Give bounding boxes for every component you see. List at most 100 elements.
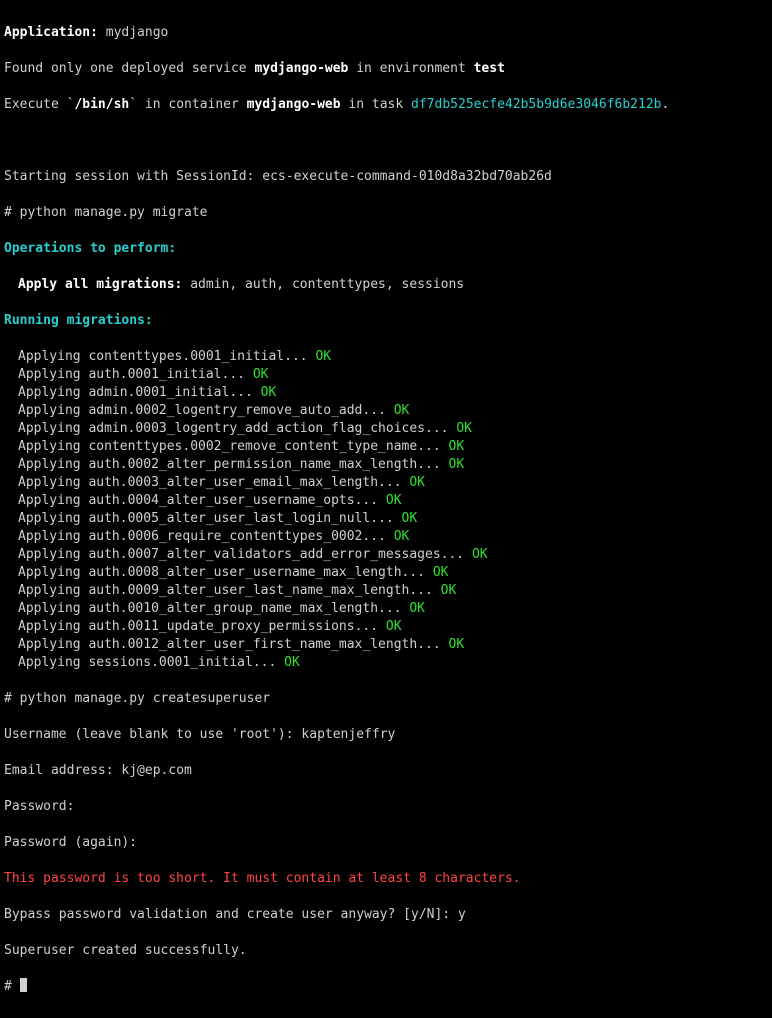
ellipsis: ...: [253, 655, 284, 670]
bypass-prompt: Bypass password validation and create us…: [4, 907, 458, 922]
password-error: This password is too short. It must cont…: [4, 870, 768, 888]
migration-name: auth.0009_alter_user_last_name_max_lengt…: [88, 583, 409, 598]
task-id: df7db525ecfe42b5b9d6e3046f6b212b: [411, 97, 661, 112]
shell-path: /bin/sh: [74, 97, 129, 112]
username-prompt: Username (leave blank to use 'root'):: [4, 727, 301, 742]
migration-name: contenttypes.0001_initial: [88, 349, 284, 364]
ok-status: OK: [386, 493, 402, 508]
migration-name: admin.0003_logentry_add_action_flag_choi…: [88, 421, 425, 436]
ellipsis: ...: [362, 403, 393, 418]
ok-status: OK: [409, 475, 425, 490]
bypass-line: Bypass password validation and create us…: [4, 906, 768, 924]
apply-all-label: Apply all migrations:: [4, 276, 182, 294]
migration-line: Applying auth.0003_alter_user_email_max_…: [4, 474, 768, 492]
ok-status: OK: [386, 619, 402, 634]
ellipsis: ...: [378, 601, 409, 616]
email-value: kj@ep.com: [121, 763, 191, 778]
migration-name: auth.0007_alter_validators_add_error_mes…: [88, 547, 440, 562]
cursor-icon: [20, 978, 27, 992]
migration-line: Applying admin.0003_logentry_add_action_…: [4, 420, 768, 438]
ellipsis: ...: [425, 421, 456, 436]
applying-label: Applying: [4, 474, 88, 492]
migration-name: auth.0004_alter_user_username_opts: [88, 493, 354, 508]
ok-status: OK: [253, 367, 269, 382]
migration-line: Applying auth.0004_alter_user_username_o…: [4, 492, 768, 510]
migration-name: auth.0006_require_contenttypes_0002: [88, 529, 362, 544]
terminal[interactable]: Application: mydjango Found only one dep…: [0, 0, 772, 1018]
applying-label: Applying: [4, 528, 88, 546]
ok-status: OK: [449, 637, 465, 652]
email-prompt: Email address:: [4, 763, 121, 778]
app-name: mydjango: [106, 25, 169, 40]
ellipsis: ...: [362, 529, 393, 544]
migration-line: Applying auth.0005_alter_user_last_login…: [4, 510, 768, 528]
ops-header: Operations to perform:: [4, 240, 768, 258]
migration-line: Applying auth.0007_alter_validators_add_…: [4, 546, 768, 564]
migration-name: auth.0011_update_proxy_permissions: [88, 619, 354, 634]
ellipsis: ...: [409, 583, 440, 598]
apply-all-list: admin, auth, contenttypes, sessions: [182, 277, 464, 292]
ellipsis: ...: [441, 547, 472, 562]
ok-status: OK: [472, 547, 488, 562]
ok-status: OK: [402, 511, 418, 526]
applying-label: Applying: [4, 510, 88, 528]
ok-status: OK: [449, 457, 465, 472]
migration-line: Applying auth.0002_alter_permission_name…: [4, 456, 768, 474]
applying-label: Applying: [4, 348, 88, 366]
applying-label: Applying: [4, 618, 88, 636]
migration-line: Applying contenttypes.0001_initial... OK: [4, 348, 768, 366]
applying-label: Applying: [4, 546, 88, 564]
ok-status: OK: [456, 421, 472, 436]
applying-label: Applying: [4, 582, 88, 600]
migration-line: Applying sessions.0001_initial... OK: [4, 654, 768, 672]
applying-label: Applying: [4, 600, 88, 618]
ellipsis: ...: [355, 493, 386, 508]
ellipsis: ...: [417, 637, 448, 652]
ok-status: OK: [284, 655, 300, 670]
migration-line: Applying admin.0001_initial... OK: [4, 384, 768, 402]
applying-label: Applying: [4, 636, 88, 654]
migration-name: auth.0010_alter_group_name_max_length: [88, 601, 378, 616]
ok-status: OK: [394, 529, 410, 544]
migration-line: Applying auth.0008_alter_user_username_m…: [4, 564, 768, 582]
service-name: mydjango-web: [254, 61, 348, 76]
migration-name: auth.0005_alter_user_last_login_null: [88, 511, 370, 526]
env-name: test: [474, 61, 505, 76]
applying-label: Applying: [4, 438, 88, 456]
applying-label: Applying: [4, 654, 88, 672]
ellipsis: ...: [378, 475, 409, 490]
migration-name: auth.0012_alter_user_first_name_max_leng…: [88, 637, 417, 652]
migrations-list: Applying contenttypes.0001_initial... OK…: [4, 348, 768, 672]
ellipsis: ...: [284, 349, 315, 364]
app-label: Application:: [4, 25, 98, 40]
blank-line: [4, 132, 768, 150]
migration-line: Applying auth.0001_initial... OK: [4, 366, 768, 384]
migration-line: Applying admin.0002_logentry_remove_auto…: [4, 402, 768, 420]
applying-label: Applying: [4, 366, 88, 384]
applying-label: Applying: [4, 402, 88, 420]
migration-name: admin.0001_initial: [88, 385, 229, 400]
container-name: mydjango-web: [247, 97, 341, 112]
ok-status: OK: [315, 349, 331, 364]
running-header: Running migrations:: [4, 312, 768, 330]
migration-name: auth.0003_alter_user_email_max_length: [88, 475, 378, 490]
username-line: Username (leave blank to use 'root'): ka…: [4, 726, 768, 744]
migration-name: auth.0001_initial: [88, 367, 221, 382]
applying-label: Applying: [4, 456, 88, 474]
applying-label: Applying: [4, 492, 88, 510]
migration-line: Applying auth.0006_require_contenttypes_…: [4, 528, 768, 546]
migration-name: auth.0002_alter_permission_name_max_leng…: [88, 457, 417, 472]
migration-line: Applying contenttypes.0002_remove_conten…: [4, 438, 768, 456]
migration-name: admin.0002_logentry_remove_auto_add: [88, 403, 362, 418]
final-prompt-line: #: [4, 978, 768, 996]
line-found: Found only one deployed service mydjango…: [4, 60, 768, 78]
bypass-answer: y: [458, 907, 466, 922]
success-line: Superuser created successfully.: [4, 942, 768, 960]
ok-status: OK: [449, 439, 465, 454]
applying-label: Applying: [4, 564, 88, 582]
migration-line: Applying auth.0011_update_proxy_permissi…: [4, 618, 768, 636]
ok-status: OK: [394, 403, 410, 418]
ok-status: OK: [433, 565, 449, 580]
line-app: Application: mydjango: [4, 24, 768, 42]
apply-all-line: Apply all migrations: admin, auth, conte…: [4, 276, 768, 294]
